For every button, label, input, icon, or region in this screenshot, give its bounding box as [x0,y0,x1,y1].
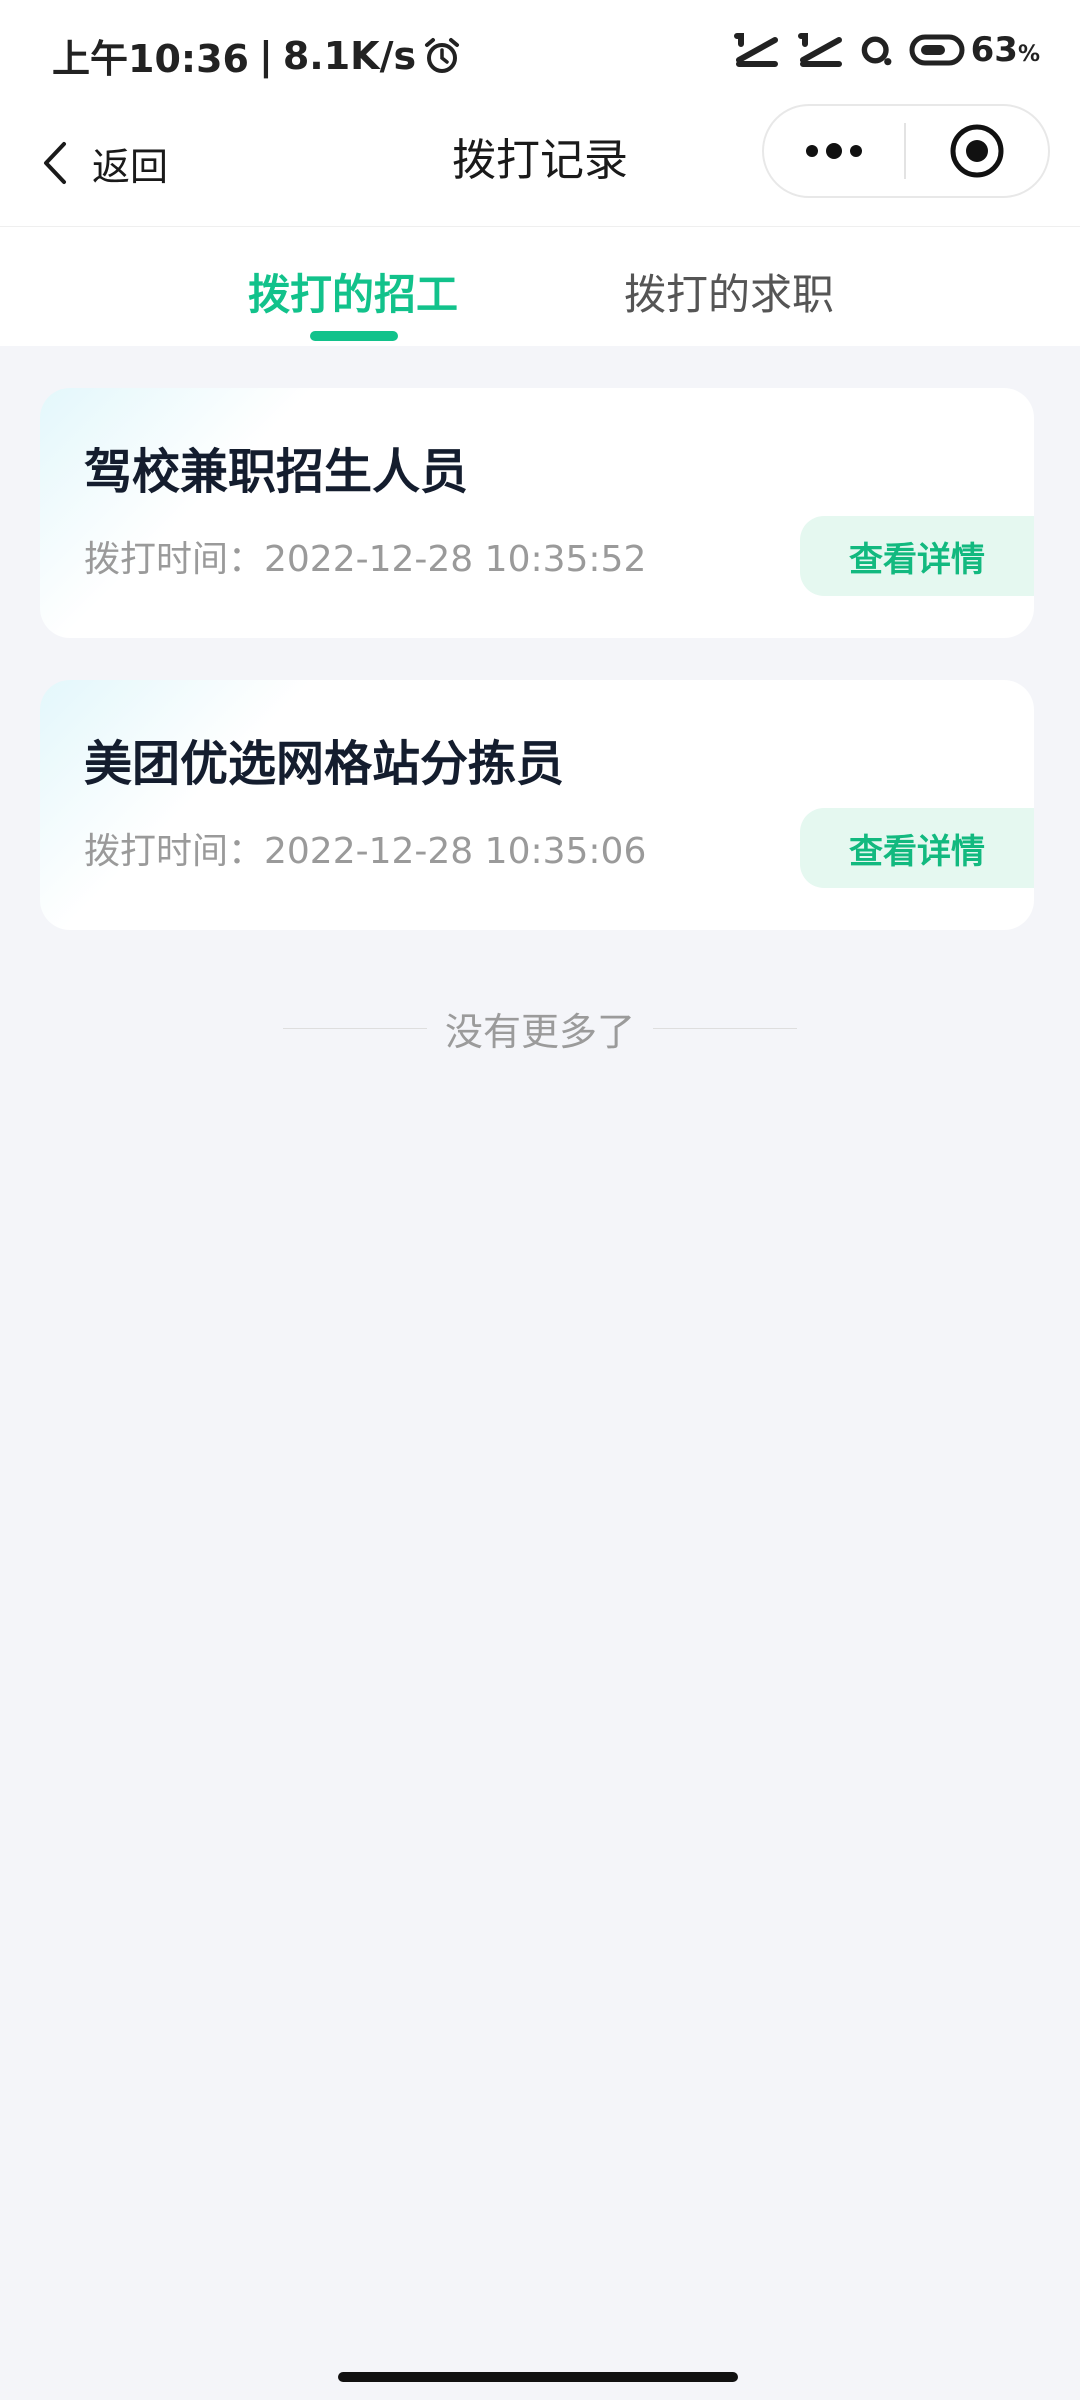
record-title: 驾校兼职招生人员 [84,444,469,500]
battery: 63% [909,30,1040,70]
no-more-text: 没有更多了 [444,1009,635,1054]
more-icon [806,143,862,159]
tab-active-indicator [310,331,398,341]
close-target-icon [950,124,1004,178]
list-item[interactable]: 驾校兼职招生人员 拨打时间：2022-12-28 10:35:52 查看详情 [40,388,1034,638]
battery-percent: 63% [971,30,1040,70]
signal-icon [797,33,842,67]
wifi-icon [861,36,892,66]
tab-calls-job-seeking[interactable]: 拨打的求职 [624,261,834,322]
battery-percent-value: 63 [970,30,1018,70]
signal-icon [733,33,778,67]
battery-icon [909,34,965,66]
more-button[interactable] [764,106,904,196]
divider-line [282,1027,427,1029]
record-time: 拨打时间：2022-12-28 10:35:52 [84,539,647,580]
nav-bar: 返回 拨打记录 [0,100,1080,226]
status-separator: | [258,33,273,78]
back-label: 返回 [92,144,169,189]
back-button[interactable]: 返回 [38,128,168,198]
view-details-button[interactable]: 查看详情 [800,516,1034,596]
divider-line [653,1027,797,1029]
record-title: 美团优选网格站分拣员 [84,736,565,792]
home-indicator[interactable] [338,2372,738,2382]
view-details-button[interactable]: 查看详情 [800,808,1034,888]
tab-calls-recruit[interactable]: 拨打的招工 [248,261,458,322]
list-end-indicator: 没有更多了 [0,1000,1080,1056]
back-chevron-icon [44,142,66,184]
list-item[interactable]: 美团优选网格站分拣员 拨打时间：2022-12-28 10:35:06 查看详情 [40,680,1034,930]
status-right: 63% [731,30,1040,70]
battery-percent-unit: % [1017,42,1040,67]
close-button[interactable] [906,106,1048,196]
record-time: 拨打时间：2022-12-28 10:35:06 [84,831,647,872]
alarm-icon [425,37,460,73]
tab-bar: 拨打的招工 拨打的求职 [0,226,1080,347]
miniapp-capsule [762,104,1050,198]
status-bar: 上午10:36 | 8.1K/s 63% [0,0,1080,100]
status-time: 上午10:36 [52,37,249,81]
network-speed: 8.1K/s [282,33,417,78]
status-left: 上午10:36 | 8.1K/s [52,28,462,83]
top-panel: 上午10:36 | 8.1K/s 63% 返回 拨打记录 拨打的招工 拨打的求职 [0,0,1080,346]
